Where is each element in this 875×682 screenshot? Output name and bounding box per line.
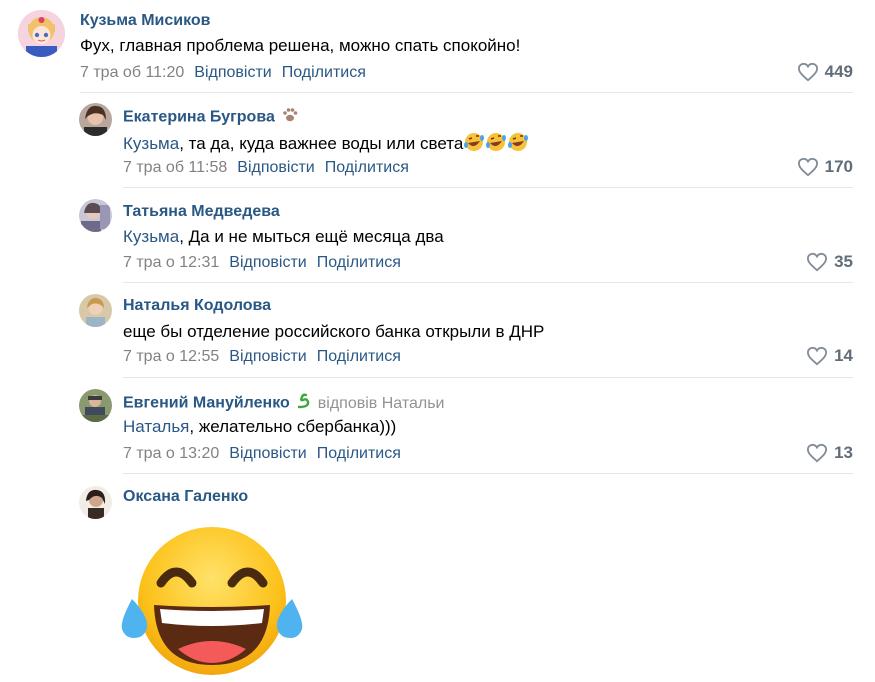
laughing-tears-emoji-sticker [118,525,306,677]
reply-button[interactable]: Відповісти [229,254,306,271]
share-button[interactable]: Поділитися [317,348,401,365]
like-button[interactable]: 14 [806,346,853,366]
avatar[interactable] [79,486,112,519]
avatar-image [79,103,112,136]
comment-meta: 7 тра об 11:20 Відповісти Поділитися [80,64,366,82]
avatar[interactable] [79,199,112,232]
rofl-emoji-icon [485,132,507,157]
avatar-image [79,389,112,422]
reply-button[interactable]: Відповісти [237,159,314,176]
avatar[interactable] [79,103,112,136]
comment-author[interactable]: Екатерина Бугрова [123,107,299,128]
comment-date[interactable]: 7 тра об 11:20 [80,64,184,81]
heart-icon [807,443,828,463]
divider [123,282,853,283]
heart-icon [797,62,818,82]
share-button[interactable]: Поділитися [317,445,401,462]
avatar[interactable] [18,10,65,57]
comment-author[interactable]: Оксана Галенко [123,488,248,506]
reply-button[interactable]: Відповісти [229,348,306,365]
divider [123,473,853,474]
divider [123,377,853,378]
comment-meta: 7 тра об 11:58 Відповісти Поділитися [123,159,409,177]
avatar-image [18,10,65,57]
avatar-image [79,486,112,519]
reply-button[interactable]: Відповісти [229,445,306,462]
like-count: 13 [834,443,853,462]
like-button[interactable]: 449 [797,62,853,82]
avatar-image [79,294,112,327]
share-button[interactable]: Поділитися [325,159,409,176]
divider [80,92,853,93]
comment-text: еще бы отделение российского банка откры… [123,322,545,341]
snake-icon [296,393,312,414]
heart-icon [807,252,828,272]
heart-icon [807,346,828,366]
comment-author[interactable]: Татьяна Медведева [123,203,280,221]
mention-link[interactable]: Кузьма [123,227,179,246]
comment-date[interactable]: 7 тра о 12:31 [123,254,219,271]
comment-date[interactable]: 7 тра о 13:20 [123,445,219,462]
like-button[interactable]: 170 [797,157,853,177]
like-count: 170 [824,157,853,176]
laughing-tears-emoji-icon [121,527,303,675]
reply-button[interactable]: Відповісти [194,64,271,81]
comment-text: Наталья, желательно сбербанка))) [123,417,397,436]
paw-icon [281,107,299,128]
comment-text: Кузьма, Да и не мыться ещё месяца два [123,227,444,246]
divider [123,187,853,188]
reply-to-label[interactable]: відповів Натальи [318,395,445,412]
comment-date[interactable]: 7 тра об 11:58 [123,159,227,176]
comment-meta: 7 тра о 13:20 Відповісти Поділитися [123,445,401,463]
like-button[interactable]: 35 [806,252,853,272]
mention-link[interactable]: Кузьма [123,134,179,153]
rofl-emoji-icon [507,132,529,157]
avatar-image [79,199,112,232]
comment-author[interactable]: Наталья Кодолова [123,297,271,315]
comment-text: Кузьма, та да, куда важнее воды или свет… [123,132,529,157]
like-button[interactable]: 13 [806,443,853,463]
share-button[interactable]: Поділитися [282,64,366,81]
mention-link[interactable]: Наталья [123,417,189,436]
avatar[interactable] [79,294,112,327]
like-count: 14 [834,346,853,365]
like-count: 35 [834,252,853,271]
comment-author[interactable]: Кузьма Мисиков [80,12,211,30]
like-count: 449 [824,62,853,81]
heart-icon [797,157,818,177]
share-button[interactable]: Поділитися [317,254,401,271]
rofl-emoji-icon [463,132,485,157]
comment-text: Фух, главная проблема решена, можно спат… [80,36,521,55]
comment-date[interactable]: 7 тра о 12:55 [123,348,219,365]
comment-meta: 7 тра о 12:31 Відповісти Поділитися [123,254,401,272]
comment-meta: 7 тра о 12:55 Відповісти Поділитися [123,348,401,366]
avatar[interactable] [79,389,112,422]
comment-author[interactable]: Евгений Мануйленко відповів Натальи [123,393,444,414]
